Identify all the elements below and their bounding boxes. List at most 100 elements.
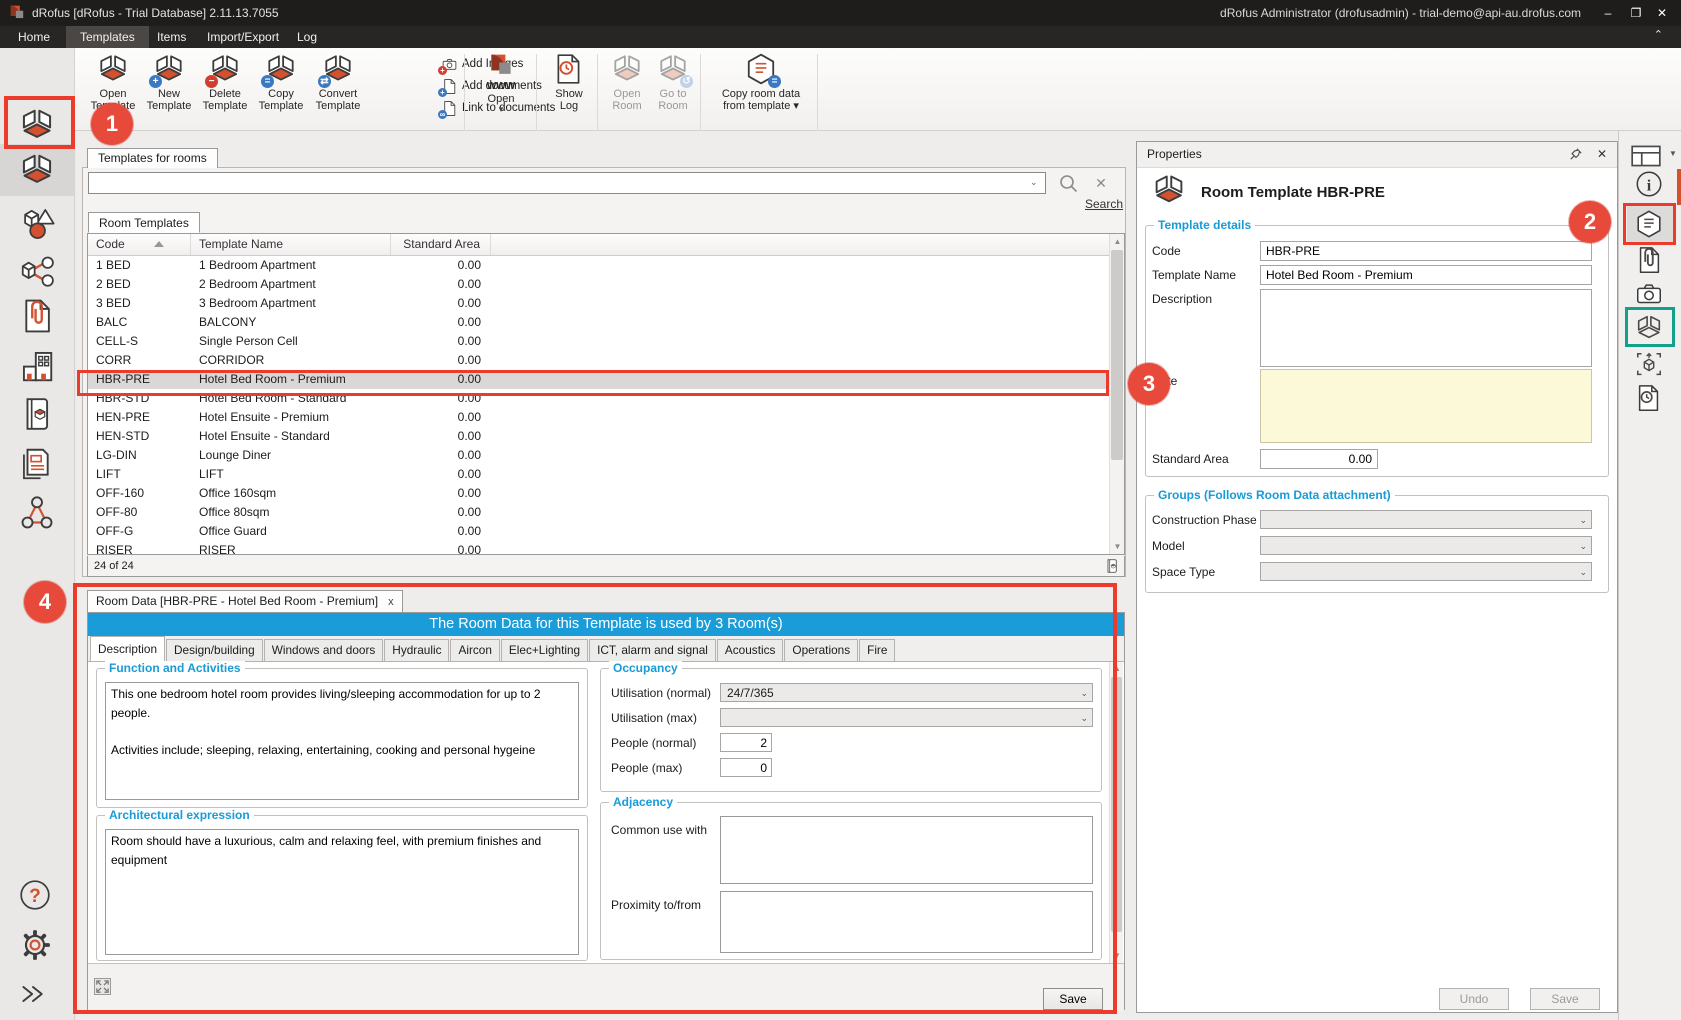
room-data-sheet-tool-icon[interactable] [1633,209,1665,239]
people-max-input[interactable] [720,758,772,777]
expand-icon[interactable] [94,978,111,995]
table-row[interactable]: OFF-GOffice Guard0.00 [88,522,1124,541]
space-type-select[interactable]: ⌄ [1260,562,1592,581]
sidebar-item-item-relations[interactable] [18,252,56,290]
utilisation-max-select[interactable]: ⌄ [720,708,1093,727]
sidebar-item-reports[interactable] [18,445,56,483]
table-row[interactable]: RISERRISER0.00 [88,541,1124,555]
search-icon[interactable] [1057,172,1081,196]
templates-for-rooms-tab[interactable]: Templates for rooms [87,148,218,168]
www-open-button[interactable]: WWWOpen ▾ [475,52,527,118]
report-book-icon[interactable] [1104,558,1120,574]
scroll-up-icon[interactable]: ▲ [1110,234,1125,249]
room-data-tab[interactable]: Room Data [HBR-PRE - Hotel Bed Room - Pr… [87,590,403,612]
model-3d-tool-icon[interactable] [1633,349,1665,379]
show-log-button[interactable]: ShowLog [545,52,593,118]
table-row[interactable]: HEN-PREHotel Ensuite - Premium0.00 [88,408,1124,427]
dropdown-arrow-icon[interactable]: ▼ [1669,149,1677,158]
properties-save-button[interactable]: Save [1530,988,1600,1010]
scroll-down-icon[interactable]: ▼ [1110,949,1124,963]
sidebar-item-items[interactable] [18,204,56,242]
table-row[interactable]: 3 BED3 Bedroom Apartment0.00 [88,294,1124,313]
tab-items[interactable]: Items [143,26,200,48]
close-button[interactable]: ✕ [1651,4,1673,22]
construction-phase-select[interactable]: ⌄ [1260,510,1592,529]
table-row[interactable]: OFF-80Office 80sqm0.00 [88,503,1124,522]
close-tab-icon[interactable]: x [388,596,394,608]
clear-search-icon[interactable]: ✕ [1090,172,1112,194]
table-row[interactable]: CORRCORRIDOR0.00 [88,351,1124,370]
attachments-tool-icon[interactable] [1633,245,1665,275]
code-input[interactable] [1260,241,1592,261]
scroll-up-icon[interactable]: ▲ [1110,662,1124,676]
search-link[interactable]: Search [1085,197,1123,211]
sidebar-item-attachments[interactable] [18,297,56,335]
copy-template-button[interactable]: = CopyTemplate [253,52,309,118]
minimize-button[interactable]: – [1597,4,1619,22]
delete-template-button[interactable]: − DeleteTemplate [197,52,253,118]
sidebar-item-relations-diagram[interactable] [18,494,56,532]
table-row[interactable]: 1 BED1 Bedroom Apartment0.00 [88,256,1124,275]
room-data-tab-design-building[interactable]: Design/building [166,639,263,661]
column-header-standard-area[interactable]: Standard Area [391,234,491,255]
model-select[interactable]: ⌄ [1260,536,1592,555]
room-data-tab-description[interactable]: Description [90,636,165,661]
tab-templates[interactable]: Templates [66,26,149,48]
utilisation-normal-select[interactable]: 24/7/365⌄ [720,683,1093,702]
undo-button[interactable]: Undo [1439,988,1509,1010]
info-tool-icon[interactable] [1633,169,1665,199]
room-data-tab-elec-lighting[interactable]: Elec+Lighting [501,639,588,661]
proximity-to-from-textarea[interactable] [720,891,1093,953]
tab-import-export[interactable]: Import/Export [193,26,293,48]
sidebar-item-room-templates[interactable] [18,151,56,189]
scroll-down-icon[interactable]: ▼ [1110,539,1125,554]
log-tool-icon[interactable] [1633,383,1665,413]
close-properties-icon[interactable]: ✕ [1597,142,1607,167]
room-data-tab-aircon[interactable]: Aircon [450,639,499,661]
new-template-button[interactable]: + NewTemplate [141,52,197,118]
room-templates-tab[interactable]: Room Templates [88,212,200,233]
table-row[interactable]: OFF-160Office 160sqm0.00 [88,484,1124,503]
table-row[interactable]: HBR-PREHotel Bed Room - Premium0.00 [88,370,1124,389]
go-to-room-button[interactable]: ↺ Go toRoom [650,52,696,118]
column-header-template-name[interactable]: Template Name [191,234,391,255]
sidebar-item-buildings[interactable] [18,347,56,385]
column-header-code[interactable]: Code [88,234,191,255]
description-textarea[interactable] [1260,289,1592,367]
table-row[interactable]: LIFTLIFT0.00 [88,465,1124,484]
table-row[interactable]: 2 BED2 Bedroom Apartment0.00 [88,275,1124,294]
table-row[interactable]: HBR-STDHotel Bed Room - Standard0.00 [88,389,1124,408]
table-row[interactable]: CELL-SSingle Person Cell0.00 [88,332,1124,351]
room-data-save-button[interactable]: Save [1043,988,1103,1010]
room-data-tab-windows-and-doors[interactable]: Windows and doors [264,639,384,661]
scrollbar-thumb[interactable] [1111,250,1123,460]
maximize-button[interactable]: ❐ [1625,4,1647,22]
room-data-tab-fire[interactable]: Fire [859,639,895,661]
room-data-tab-ict-alarm-and-signal[interactable]: ICT, alarm and signal [589,639,716,661]
table-scrollbar[interactable]: ▲ ▼ [1109,234,1124,554]
open-room-button[interactable]: OpenRoom [604,52,650,118]
settings-button[interactable] [18,928,52,962]
images-tool-icon[interactable] [1633,279,1665,309]
common-use-with-textarea[interactable] [720,816,1093,884]
copy-room-data-from-template-button[interactable]: = Copy room datafrom template ▾ [711,52,811,118]
room-data-scrollbar[interactable]: ▲ ▼ [1109,662,1123,963]
search-combo-arrow-icon[interactable]: ⌄ [1030,177,1038,188]
room-data-tab-hydraulic[interactable]: Hydraulic [384,639,449,661]
sidebar-item-rooms[interactable] [18,106,56,144]
search-input[interactable] [88,172,1046,194]
expand-sidebar-button[interactable] [18,980,48,1008]
pin-icon[interactable] [1569,147,1583,161]
note-textarea[interactable] [1260,369,1592,443]
panel-layout-icon[interactable] [1629,143,1663,169]
sidebar-item-catalog[interactable] [18,395,56,433]
tab-home[interactable]: Home [4,26,64,48]
room-data-tab-acoustics[interactable]: Acoustics [717,639,783,661]
scrollbar-thumb[interactable] [1111,677,1122,932]
table-row[interactable]: LG-DINLounge Diner0.00 [88,446,1124,465]
standard-area-input[interactable] [1260,449,1378,469]
room-template-tool-icon[interactable] [1633,313,1665,343]
convert-template-button[interactable]: ⇄ ConvertTemplate [309,52,367,118]
collapse-ribbon-button[interactable]: ⌃ [1654,28,1663,41]
table-row[interactable]: HEN-STDHotel Ensuite - Standard0.00 [88,427,1124,446]
